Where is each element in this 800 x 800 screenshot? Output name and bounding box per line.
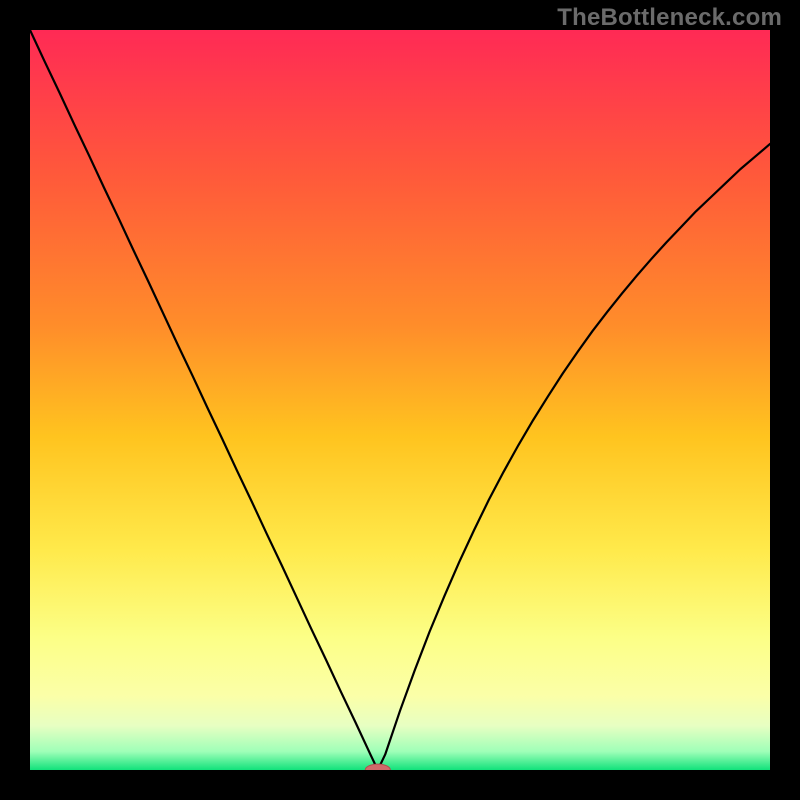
chart-svg <box>30 30 770 770</box>
gradient-background <box>30 30 770 770</box>
chart-frame: TheBottleneck.com <box>0 0 800 800</box>
watermark-text: TheBottleneck.com <box>557 4 782 32</box>
plot-area <box>30 30 770 770</box>
